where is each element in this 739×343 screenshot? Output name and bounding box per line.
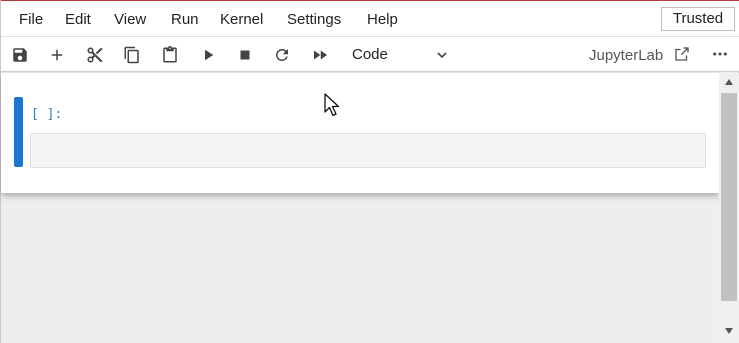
run-button[interactable] — [196, 43, 220, 67]
menu-file[interactable]: File — [19, 11, 43, 28]
menu-edit[interactable]: Edit — [65, 11, 91, 28]
cell-prompt: [ ]: — [31, 107, 63, 122]
restart-icon — [275, 48, 288, 61]
add-cell-button[interactable] — [45, 43, 69, 67]
scrollbar-thumb[interactable] — [721, 93, 737, 301]
menu-run[interactable]: Run — [171, 11, 199, 28]
cut-button[interactable] — [83, 43, 107, 67]
save-icon — [13, 48, 27, 62]
copy-button[interactable] — [120, 43, 144, 67]
trusted-indicator[interactable]: Trusted — [661, 7, 735, 31]
copy-icon — [124, 46, 139, 64]
chevron-down-icon — [437, 52, 447, 59]
menu-bar: File Edit View Run Kernel Settings Help … — [1, 0, 739, 36]
jupyterlab-link[interactable]: JupyterLab — [589, 47, 663, 64]
cut-icon — [87, 47, 103, 63]
paste-button[interactable] — [158, 43, 182, 67]
cell-type-dropdown[interactable]: Code — [346, 43, 456, 67]
save-button[interactable] — [8, 43, 32, 67]
add-icon — [51, 49, 63, 61]
more-options-icon[interactable] — [709, 45, 731, 63]
run-all-button[interactable] — [308, 43, 332, 67]
scroll-down-arrow-icon[interactable] — [725, 328, 733, 334]
scroll-up-arrow-icon[interactable] — [725, 79, 733, 85]
notebook-window: File Edit View Run Kernel Settings Help … — [0, 0, 739, 343]
vertical-scrollbar[interactable] — [719, 73, 739, 343]
interrupt-button[interactable] — [233, 43, 257, 67]
run-icon — [205, 49, 214, 61]
menu-settings[interactable]: Settings — [287, 11, 341, 28]
menu-help[interactable]: Help — [367, 11, 398, 28]
menu-view[interactable]: View — [114, 11, 146, 28]
paste-icon — [163, 46, 177, 63]
external-link-icon[interactable] — [673, 45, 691, 63]
menu-kernel[interactable]: Kernel — [220, 11, 263, 28]
fast-forward-icon — [314, 50, 328, 60]
mouse-pointer-icon — [324, 93, 340, 117]
active-cell-indicator[interactable] — [14, 97, 23, 167]
cell-type-label: Code — [352, 46, 388, 63]
code-cell-input[interactable] — [30, 133, 706, 168]
restart-button[interactable] — [270, 43, 294, 67]
stop-icon — [240, 50, 250, 60]
notebook-panel: [ ]: — [1, 73, 719, 193]
notebook-toolbar: Code JupyterLab — [1, 36, 739, 72]
